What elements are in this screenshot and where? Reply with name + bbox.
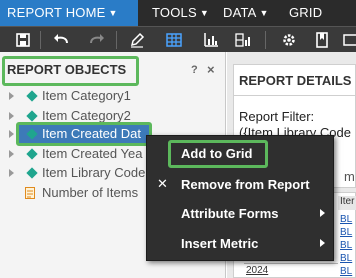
truncated-text: m: [344, 169, 355, 184]
tree-item-label: Item Created Dat: [42, 126, 141, 141]
attribute-icon: [26, 90, 38, 102]
menu-item-remove-from-report[interactable]: ✕ Remove from Report: [147, 171, 335, 197]
expand-arrow-icon[interactable]: [9, 169, 14, 177]
attribute-icon: [26, 167, 38, 179]
menu-report-home[interactable]: REPORT HOME ▼: [0, 0, 138, 26]
grid-cell-link[interactable]: BL: [340, 240, 352, 251]
tree-item-label: Item Created Yea: [42, 146, 143, 161]
toolbar-divider: [116, 31, 117, 49]
tree-item-label: Number of Items: [42, 185, 139, 200]
menu-item-attribute-forms[interactable]: Attribute Forms: [147, 200, 335, 226]
attribute-icon: [26, 148, 38, 160]
save-icon[interactable]: [14, 31, 32, 49]
menu-data-label: DATA: [223, 5, 257, 20]
report-filter-label: Report Filter:: [239, 109, 315, 124]
chevron-right-icon: [320, 239, 325, 247]
grid-graph-icon[interactable]: [234, 31, 252, 49]
graph-view-icon[interactable]: [202, 31, 220, 49]
toolbar-divider: [265, 31, 266, 49]
expand-arrow-icon[interactable]: [9, 112, 14, 120]
divider: [234, 95, 356, 96]
attribute-icon: [26, 110, 38, 122]
undo-icon[interactable]: [52, 31, 70, 49]
redo-icon[interactable]: [88, 31, 106, 49]
close-icon: ✕: [157, 176, 168, 191]
menu-report-home-label: REPORT HOME: [7, 5, 106, 20]
tree-item-label: Item Category1: [42, 88, 131, 103]
more-icon[interactable]: [342, 31, 356, 49]
menu-item-add-to-grid[interactable]: Add to Grid: [147, 140, 335, 168]
grid-cell-link[interactable]: BL: [340, 253, 352, 264]
help-icon[interactable]: ?: [191, 64, 198, 76]
menu-grid-label: GRID: [289, 5, 323, 20]
edit-icon[interactable]: [128, 31, 146, 49]
menu-item-label: Add to Grid: [181, 146, 253, 161]
grid-view-icon[interactable]: [165, 31, 183, 49]
menu-tools-label: TOOLS: [152, 5, 197, 20]
menu-item-label: Attribute Forms: [181, 206, 279, 221]
toolbar-divider: [40, 31, 41, 49]
menu-bar: REPORT HOME ▼ TOOLS ▼ DATA ▼ GRID: [0, 0, 356, 26]
metric-icon: [25, 187, 35, 199]
menu-data[interactable]: DATA ▼: [223, 0, 269, 26]
chevron-right-icon: [320, 209, 325, 217]
grid-cell-link[interactable]: BL: [340, 266, 352, 277]
menu-item-insert-metric[interactable]: Insert Metric: [147, 230, 335, 256]
close-icon[interactable]: ×: [207, 62, 215, 77]
menu-tools[interactable]: TOOLS ▼: [152, 0, 209, 26]
grid-column-header[interactable]: Iter: [338, 196, 356, 210]
attribute-icon: [26, 128, 38, 140]
tree-item-item-category1[interactable]: Item Category1: [0, 86, 226, 106]
tree-item-label: Item Category2: [42, 108, 131, 123]
settings-icon[interactable]: [280, 31, 298, 49]
grid-row-line: [244, 263, 338, 264]
tree-item-label: Item Library Code: [42, 165, 146, 180]
panel-title: REPORT OBJECTS: [7, 62, 127, 77]
toolbar: [0, 26, 356, 52]
expand-arrow-icon[interactable]: [9, 130, 14, 138]
expand-arrow-icon[interactable]: [9, 150, 14, 158]
chevron-down-icon: ▼: [259, 8, 269, 18]
context-menu: Add to Grid ✕ Remove from Report Attribu…: [146, 135, 334, 261]
menu-grid[interactable]: GRID: [289, 0, 322, 26]
grid-cell-link[interactable]: BL: [340, 227, 352, 238]
report-details-title: REPORT DETAILS: [239, 73, 352, 88]
grid-cell-link[interactable]: BL: [340, 214, 352, 225]
menu-item-label: Insert Metric: [181, 236, 259, 251]
chevron-down-icon: ▼: [108, 8, 118, 18]
expand-arrow-icon[interactable]: [9, 92, 14, 100]
grid-cell-year[interactable]: 2024: [246, 265, 268, 276]
menu-item-label: Remove from Report: [181, 177, 310, 192]
bookmark-icon[interactable]: [313, 31, 331, 49]
chevron-down-icon: ▼: [199, 8, 209, 18]
